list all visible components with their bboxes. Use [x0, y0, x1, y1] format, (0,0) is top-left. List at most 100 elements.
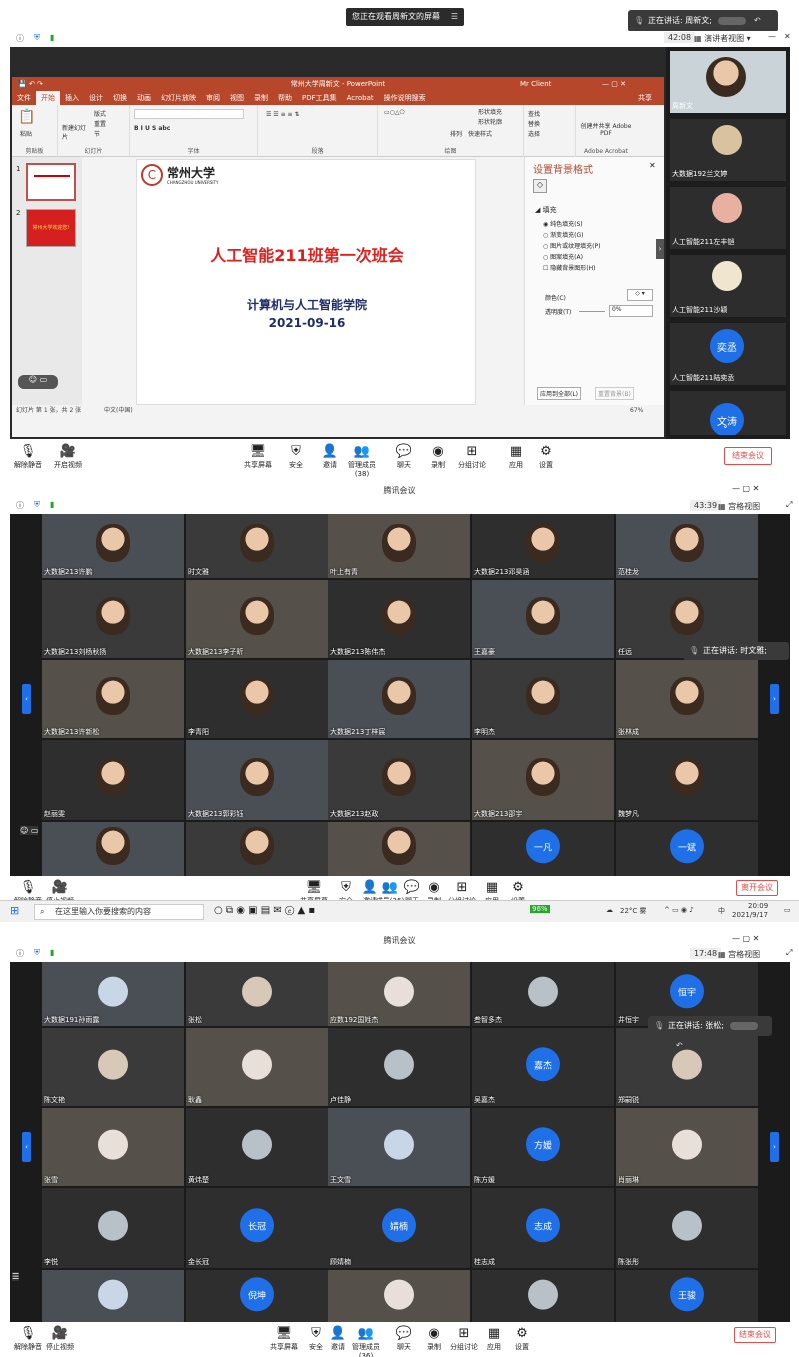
participant-tile[interactable]: 陈张彤	[616, 1188, 758, 1268]
view-mode-button[interactable]: ▦ 演讲者视图 ▾	[694, 33, 751, 44]
arrange-button[interactable]: 排列	[450, 129, 462, 138]
end-meeting-button[interactable]: 结束会议	[724, 447, 772, 465]
fill-option[interactable]: ☐ 隐藏背景图形(H)	[543, 263, 600, 274]
participant-tile[interactable]: 李明杰	[472, 660, 614, 738]
info-icon[interactable]: ⓘ	[16, 33, 24, 44]
shape-outline-button[interactable]: 形状轮廓	[478, 117, 502, 126]
ribbon-tab[interactable]: 插入	[60, 91, 84, 105]
participant-tile[interactable]: 大数据213李子昕	[186, 580, 328, 658]
participant-tile[interactable]: 一斌	[616, 822, 758, 876]
fill-option[interactable]: ○ 图片或纹理填充(P)	[543, 241, 600, 252]
fullscreen-icon[interactable]: ⤢	[786, 948, 792, 958]
participant-tile[interactable]: 大数据213刘杨秋扬	[42, 580, 184, 658]
ppt-account[interactable]: Mr Client	[520, 77, 551, 91]
participant-tile[interactable]: 大数据191孙雨露	[42, 962, 184, 1026]
create-pdf-button[interactable]: 创建并共享 Adobe PDF	[580, 121, 632, 137]
reset-background-button[interactable]: 重置背景(B)	[595, 387, 634, 400]
participant-tile[interactable]: 叶上有青	[328, 514, 470, 578]
scroll-down-icon[interactable]: ⌄	[722, 421, 729, 430]
layout-button[interactable]: 版式	[94, 109, 106, 118]
speaker-tile[interactable]: 奕丞 人工智能211陆奕丞	[670, 323, 786, 385]
participant-tile[interactable]: 大数据213丁梓宸	[328, 660, 470, 738]
fill-bucket-icon[interactable]: ◇	[533, 179, 547, 193]
shapes-icon[interactable]: ▭○△⬠	[384, 109, 405, 116]
chat-list-icon[interactable]: ☰	[12, 1272, 20, 1281]
close-icon[interactable]: ✕	[784, 32, 791, 41]
transparency-input[interactable]: 0%	[609, 305, 653, 317]
participant-tile[interactable]: 一凡	[472, 822, 614, 876]
ribbon-tab[interactable]: 开始	[36, 91, 60, 105]
speaker-tile[interactable]: 人工智能211左丰铠	[670, 187, 786, 249]
shape-fill-button[interactable]: 形状填充	[478, 107, 502, 116]
ribbon-tab[interactable]: 视图	[225, 91, 249, 105]
participant-tile[interactable]: 王骏	[616, 1270, 758, 1324]
participant-tile[interactable]: 耿鑫	[186, 1028, 328, 1106]
settings-button[interactable]: ⚙ 设置	[526, 443, 566, 470]
participant-tile[interactable]	[42, 1270, 184, 1324]
participant-tile[interactable]: 李悦	[42, 1188, 184, 1268]
participant-tile[interactable]: 张雪	[42, 1108, 184, 1186]
font-format-icons[interactable]: B I U S abc	[134, 125, 170, 132]
participant-tile[interactable]: 大数据213邵宇	[472, 740, 614, 820]
participant-tile[interactable]: 范桂龙	[616, 514, 758, 578]
ribbon-tab[interactable]: 幻灯片放映	[156, 91, 201, 105]
apply-all-button[interactable]: 应用到全部(L)	[537, 387, 582, 400]
collapse-icon[interactable]: ↶	[754, 10, 761, 32]
font-name-select[interactable]	[134, 109, 244, 119]
fill-section[interactable]: ◢ 填充	[535, 205, 557, 215]
speaker-tile[interactable]: 大数据192兰文婷	[670, 119, 786, 181]
speaker-tile[interactable]: 周新文	[670, 51, 786, 113]
shield-icon[interactable]: ⛨	[34, 500, 40, 510]
share-screen-button[interactable]: 🖥 共享屏幕	[238, 443, 278, 470]
ppt-share-button[interactable]: 共享	[638, 93, 652, 103]
participant-tile[interactable]	[186, 822, 328, 876]
sharing-notice[interactable]: 您正在观看周新文的屏幕 ☰	[346, 8, 464, 26]
participant-tile[interactable]: 魏梦凡	[616, 740, 758, 820]
participant-tile[interactable]: 黄炜楚	[186, 1108, 328, 1186]
paste-button[interactable]: 粘贴	[20, 129, 32, 138]
participant-tile[interactable]: 婧楠 顾婧楠	[328, 1188, 470, 1268]
chat-list-icon[interactable]: ☺ ▭	[20, 826, 39, 835]
clock-time[interactable]: 20:09	[748, 902, 768, 910]
participant-tile[interactable]: 长冠 金长冠	[186, 1188, 328, 1268]
participant-tile[interactable]: 王文雪	[328, 1108, 470, 1186]
participant-tile[interactable]: 嘉杰 吴嘉杰	[472, 1028, 614, 1106]
paragraph-icons[interactable]: ☰ ☰ ≡ ≡ ⇅	[266, 111, 299, 118]
participant-tile[interactable]: 李青阳	[186, 660, 328, 738]
pane-close-icon[interactable]: ✕	[649, 161, 656, 170]
unmute-button[interactable]: 🎙 解除静音	[8, 443, 48, 470]
view-toggle-icon[interactable]: ☺ ▭	[18, 375, 58, 389]
members-button[interactable]: 👥 管理成员(38)	[342, 443, 382, 478]
ribbon-tab[interactable]: 帮助	[273, 91, 297, 105]
taskbar-search-input[interactable]: ⌕ 在这里输入你要搜索的内容	[34, 904, 204, 920]
ribbon-tab[interactable]: Acrobat	[342, 91, 379, 105]
next-page-arrow[interactable]: ›	[770, 684, 779, 714]
status-zoom[interactable]: 67%	[630, 405, 643, 417]
clock-date[interactable]: 2021/9/17	[732, 911, 768, 919]
participant-tile[interactable]: 卢佳静	[328, 1028, 470, 1106]
find-button[interactable]: 查找	[528, 109, 540, 118]
windows-start-icon[interactable]: ⊞	[10, 904, 19, 917]
window-controls[interactable]: — ▢ ✕	[732, 934, 759, 943]
participant-tile[interactable]	[42, 822, 184, 876]
participant-tile[interactable]: 王嘉豪	[472, 580, 614, 658]
ribbon-tab[interactable]: 审阅	[201, 91, 225, 105]
shield-icon[interactable]: ⛨	[34, 33, 40, 43]
participant-tile[interactable]	[328, 1270, 470, 1324]
tray-icons[interactable]: ^ ▭ ◉ ♪	[664, 906, 694, 914]
ribbon-tab[interactable]: 录制	[249, 91, 273, 105]
speaker-tile[interactable]: 人工智能211沙颖	[670, 255, 786, 317]
participant-tile[interactable]: 赵丽雯	[42, 740, 184, 820]
participant-tile[interactable]: 陈文艳	[42, 1028, 184, 1106]
participant-tile[interactable]: 郑嗣锐	[616, 1028, 758, 1106]
reset-button[interactable]: 重置	[94, 119, 106, 128]
fill-option[interactable]: ◉ 纯色填充(S)	[543, 219, 600, 230]
replace-button[interactable]: 替换	[528, 119, 540, 128]
participant-tile[interactable]: 大数据213邓昊涵	[472, 514, 614, 578]
slide-thumb-1[interactable]	[26, 163, 76, 201]
color-picker[interactable]: ◇ ▾	[627, 289, 653, 301]
participant-tile[interactable]: 大数据213郭彩钰	[186, 740, 328, 820]
participant-tile[interactable]: 肖丽琳	[616, 1108, 758, 1186]
participant-tile[interactable]	[472, 1270, 614, 1324]
window-controls[interactable]: — ▢ ✕	[602, 77, 626, 91]
